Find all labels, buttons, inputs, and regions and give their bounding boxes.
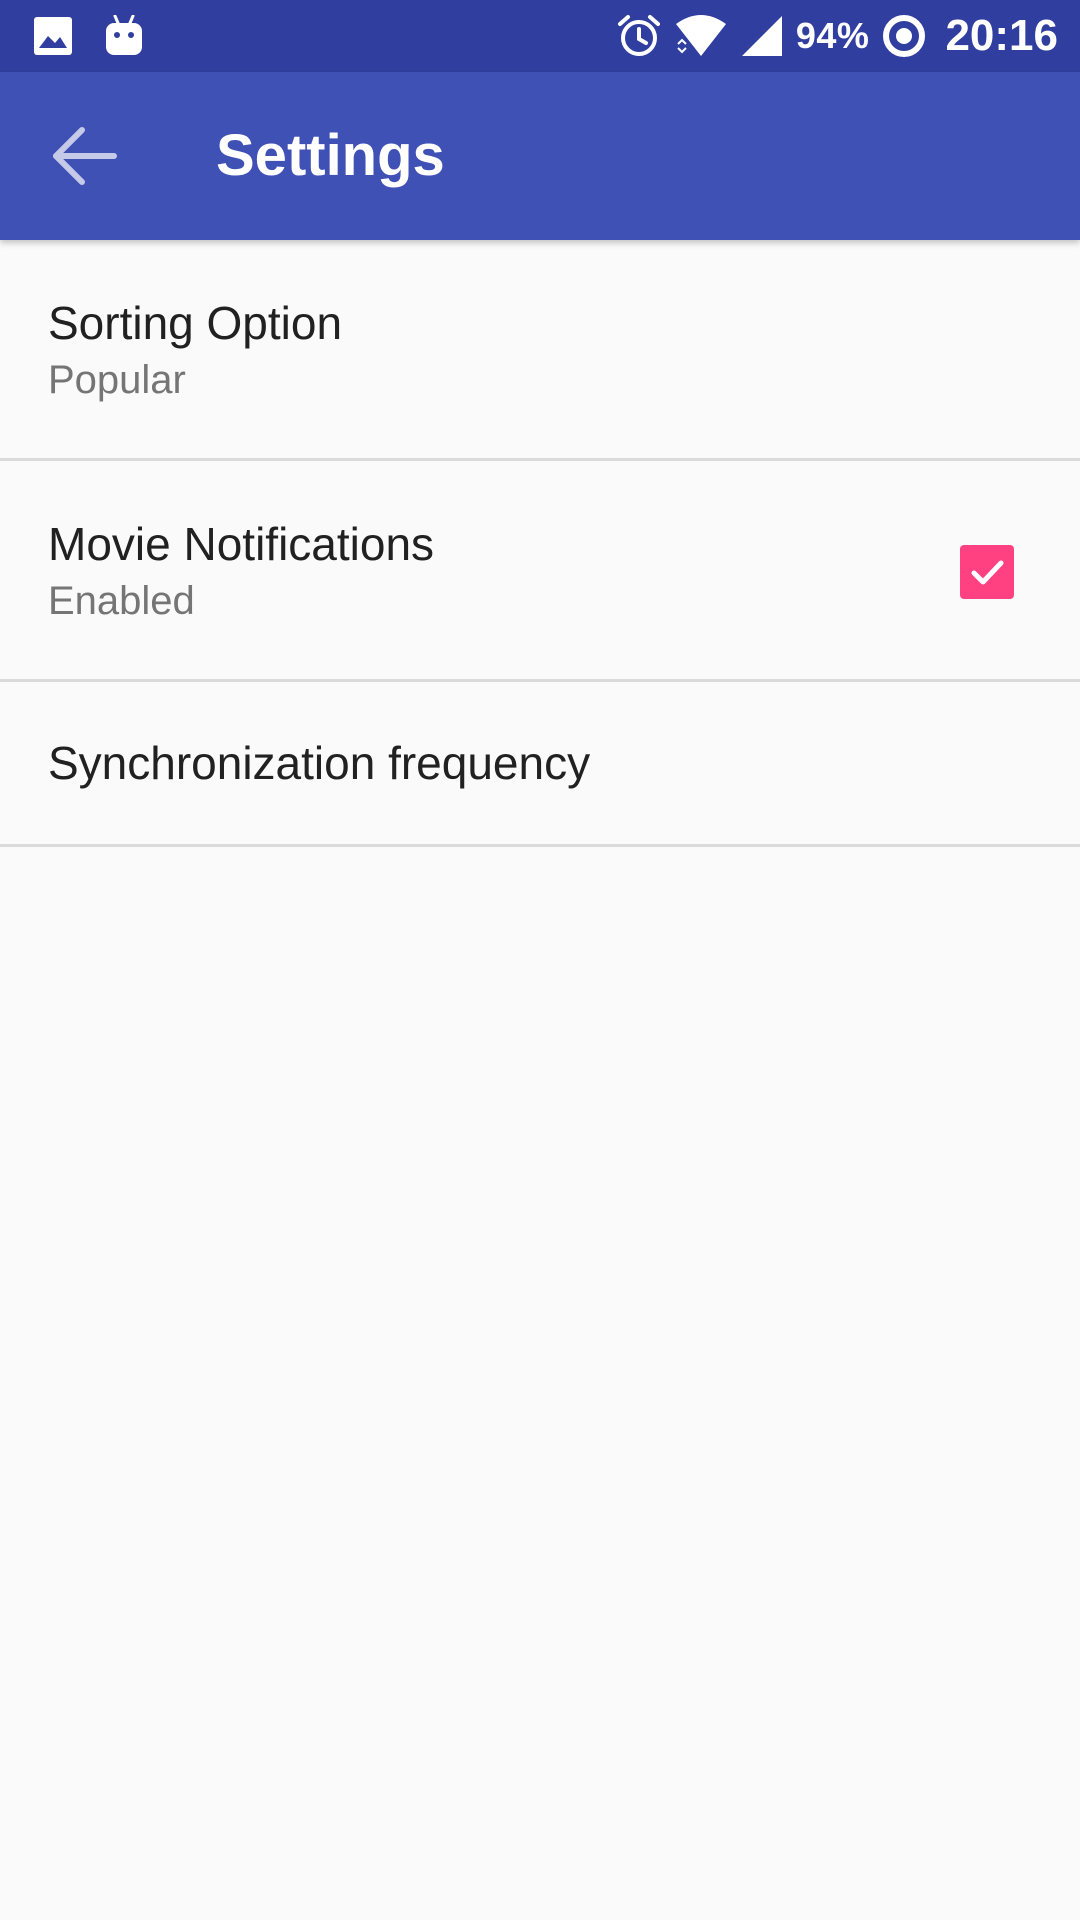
pref-movie-notifications[interactable]: Movie Notifications Enabled xyxy=(0,461,1080,682)
wifi-icon xyxy=(674,14,728,58)
status-bar: 94% 20:16 xyxy=(0,0,1080,72)
back-button[interactable] xyxy=(36,108,132,204)
pref-title: Movie Notifications xyxy=(48,518,435,570)
android-debug-icon xyxy=(106,15,142,57)
settings-list: Sorting Option Popular Movie Notificatio… xyxy=(0,240,1080,847)
pref-title: Sorting Option xyxy=(48,297,343,349)
image-notification-icon xyxy=(34,17,72,55)
notifications-checkbox[interactable] xyxy=(960,545,1014,599)
arrow-back-icon xyxy=(50,124,118,188)
cell-signal-icon xyxy=(740,14,784,58)
app-bar: Settings xyxy=(0,72,1080,240)
status-clock: 20:16 xyxy=(945,11,1058,60)
status-left-icons xyxy=(34,14,142,58)
checkmark-icon xyxy=(967,552,1007,592)
status-right-icons: 94% 20:16 xyxy=(616,8,1058,64)
battery-percent: 94% xyxy=(795,15,870,56)
pref-sorting-option[interactable]: Sorting Option Popular xyxy=(0,240,1080,461)
alarm-icon xyxy=(616,13,662,59)
pref-summary: Popular xyxy=(48,358,186,402)
page-title: Settings xyxy=(216,123,445,188)
pref-summary: Enabled xyxy=(48,579,195,623)
pref-sync-frequency[interactable]: Synchronization frequency xyxy=(0,682,1080,847)
battery-ring-icon xyxy=(881,13,927,59)
pref-title: Synchronization frequency xyxy=(48,737,591,789)
